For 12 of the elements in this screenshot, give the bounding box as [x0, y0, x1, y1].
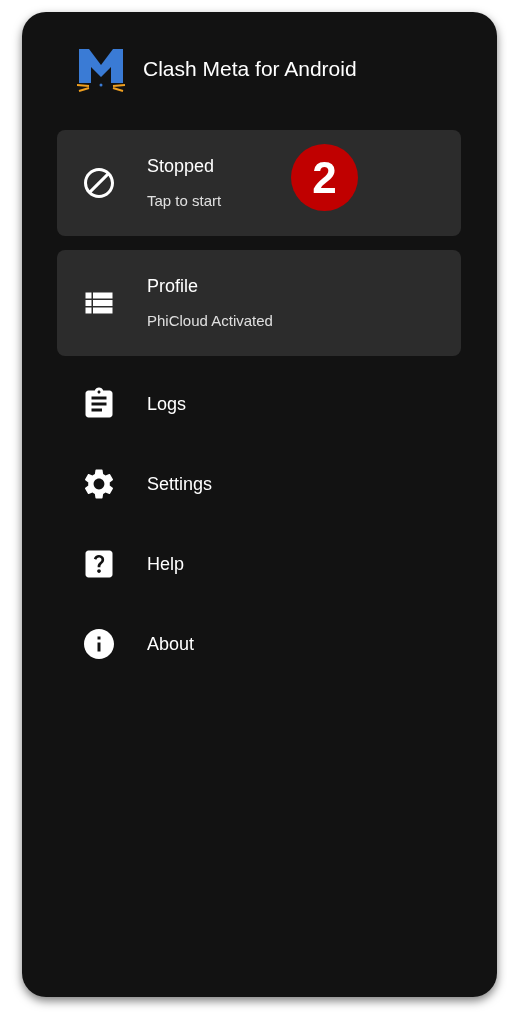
card-subtitle: Tap to start — [147, 191, 222, 212]
card-subtitle: PhiCloud Activated — [147, 311, 273, 332]
card-title: Stopped — [147, 155, 216, 179]
menu-item[interactable]: Settings — [57, 444, 462, 524]
blocked-icon — [81, 165, 117, 201]
menu-item[interactable]: About — [57, 604, 462, 684]
app-title: Clash Meta for Android — [143, 56, 357, 83]
menu-item[interactable]: Help — [57, 524, 462, 604]
menu-item[interactable]: Logs — [57, 364, 462, 444]
info-icon — [81, 626, 117, 662]
card-title: Profile — [147, 275, 200, 299]
status-card[interactable]: Profile PhiCloud Activated — [57, 250, 461, 356]
